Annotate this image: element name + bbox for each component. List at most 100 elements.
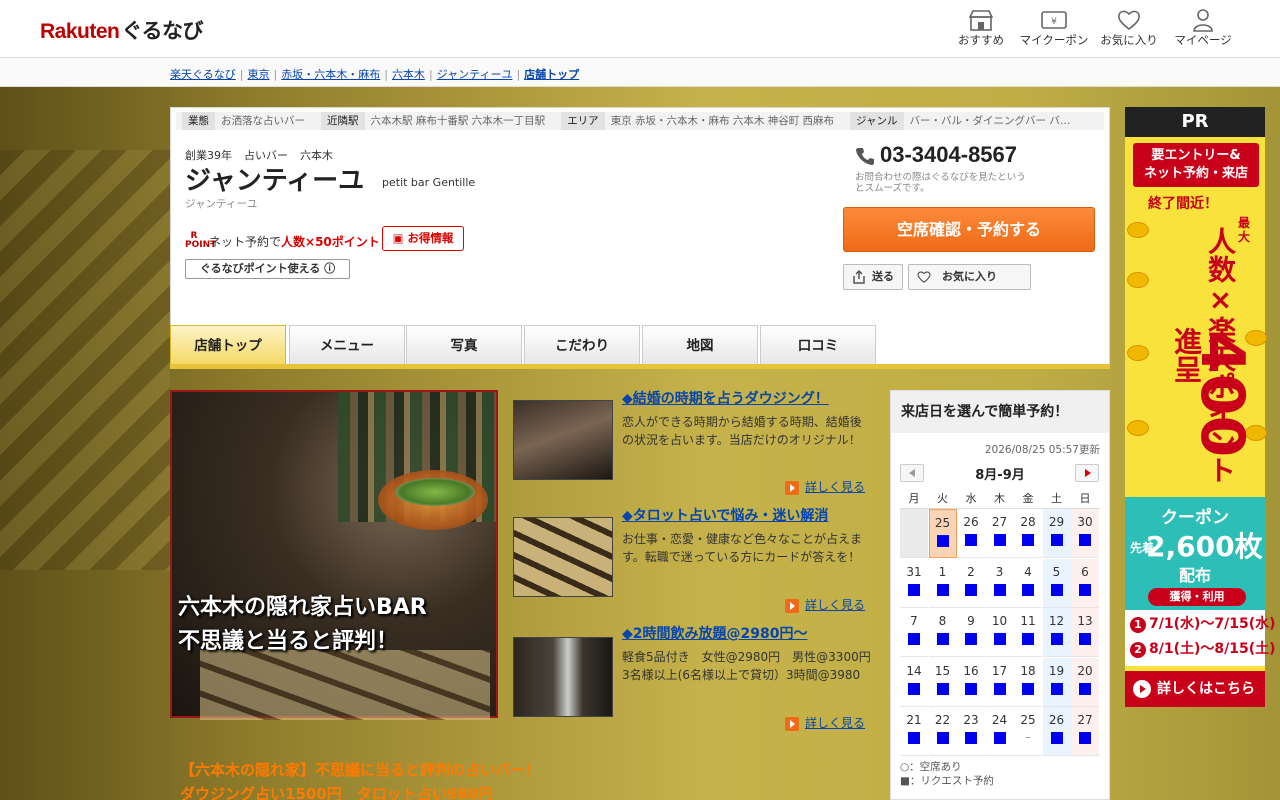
main-photo-caption-line: 不思議と当ると評判！ <box>178 629 399 654</box>
calendar-day-number: 28 <box>1020 515 1036 529</box>
tab-photos[interactable]: 写真 <box>406 325 522 365</box>
pr-date-range: 7/1(水)〜7/15(水) <box>1149 616 1276 632</box>
share-label: 送る <box>872 270 894 283</box>
calendar-day-number: 24 <box>991 713 1008 727</box>
calendar-day-number: 22 <box>934 713 951 727</box>
calendar-day[interactable]: 6 <box>1071 558 1099 608</box>
calendar-day[interactable]: 29 <box>1042 509 1071 558</box>
breadcrumb-link[interactable]: 赤坂・六本木・麻布 <box>281 68 380 81</box>
nav-recommend[interactable]: おすすめ <box>941 6 1021 54</box>
calendar-day[interactable]: 26 <box>1042 707 1071 756</box>
breadcrumb-link[interactable]: 楽天ぐるなび <box>170 68 236 81</box>
phone-number[interactable]: 03-3404-8567 <box>880 142 1017 168</box>
feature-more-link[interactable]: 詳しく見る <box>785 478 865 495</box>
deal-info-button[interactable]: ▣ お得情報 <box>382 226 464 251</box>
calendar-day[interactable]: 28 <box>1014 509 1042 558</box>
pr-detail-button[interactable]: 詳しくはこちら <box>1125 671 1265 707</box>
calendar-weekday: 木 <box>994 492 1005 505</box>
feature-thumbnail[interactable] <box>513 517 613 597</box>
calendar-day[interactable]: 30 <box>1071 509 1099 558</box>
calendar-day[interactable]: 20 <box>1071 657 1099 707</box>
calendar-day[interactable]: 17 <box>985 658 1014 707</box>
calendar-day[interactable]: 25 <box>928 509 957 558</box>
availability-mark <box>1022 534 1034 546</box>
calendar-day[interactable]: 9 <box>957 608 985 657</box>
calendar-day[interactable]: 26 <box>957 509 985 558</box>
pr-date-number: 2 <box>1130 642 1146 658</box>
availability-mark <box>1050 633 1063 645</box>
calendar-grid: 25 26 27 28 29 30 31 1 2 3 4 5 6 7 8 9 10 11 12 13 14 15 16 17 1… <box>900 508 1100 756</box>
calendar-day[interactable]: 8 <box>928 608 957 657</box>
availability-mark <box>1050 583 1063 596</box>
calendar-day[interactable]: 27 <box>1071 707 1099 756</box>
tab-menu[interactable]: メニュー <box>289 325 405 365</box>
calendar-day[interactable]: 18 <box>1014 658 1042 707</box>
availability-mark <box>993 633 1006 645</box>
availability-mark <box>936 682 949 695</box>
calendar-day[interactable]: 5 <box>1042 558 1071 608</box>
feature-more-label: 詳しく見る <box>805 480 866 494</box>
breadcrumb-current[interactable]: 店舗トップ <box>524 68 579 81</box>
gurunavi-point-button[interactable]: ぐるなびポイント使える ⓘ <box>185 259 350 279</box>
breadcrumb-link[interactable]: 東京 <box>248 68 270 81</box>
shop-name: ジャンティーユ <box>185 166 365 196</box>
calendar-day[interactable]: 27 <box>985 509 1014 558</box>
site-logo[interactable]: Rakutenぐるなび <box>40 15 203 45</box>
pr-entry-line: ネット予約・来店 <box>1143 166 1248 181</box>
main-photo-caption-line: 六本木の隠れ家占いBAR <box>178 595 427 620</box>
feature-more-link[interactable]: 詳しく見る <box>785 714 865 731</box>
feature-title-link[interactable]: ◆2時間飲み放題@2980円〜 <box>622 623 807 643</box>
calendar-day[interactable]: 19 <box>1042 657 1071 707</box>
calendar-day[interactable]: 14 <box>900 658 928 707</box>
share-button[interactable]: 送る <box>843 264 903 290</box>
calendar-day[interactable]: 31 <box>900 559 928 608</box>
calendar-day-number: 6 <box>1081 564 1089 579</box>
calendar-day[interactable]: 2 <box>957 559 985 608</box>
feature-more-label: 詳しく見る <box>805 598 866 612</box>
calendar-day[interactable]: 21 <box>900 707 928 756</box>
calendar-day-number: 12 <box>1048 614 1065 628</box>
feature-more-link[interactable]: 詳しく見る <box>785 596 865 613</box>
tab-map[interactable]: 地図 <box>642 325 758 365</box>
calendar-day[interactable]: 3 <box>985 559 1014 608</box>
tab-features[interactable]: こだわり <box>524 325 640 365</box>
calendar-day[interactable]: 13 <box>1071 608 1099 657</box>
calendar-day[interactable]: 1 <box>928 559 957 608</box>
calendar-day[interactable]: 11 <box>1014 608 1042 657</box>
feature-thumbnail[interactable] <box>513 400 613 480</box>
calendar-day[interactable]: 24 <box>985 707 1014 756</box>
nav-my-coupon[interactable]: ¥ マイクーポン <box>1014 6 1094 54</box>
legend-available: ○：空席あり <box>900 761 962 773</box>
nav-my-page[interactable]: マイページ <box>1163 6 1243 54</box>
calendar-prev-button[interactable] <box>900 464 924 482</box>
availability-mark <box>1079 534 1091 546</box>
breadcrumb-link[interactable]: ジャンティーユ <box>437 68 513 81</box>
feature-thumbnail[interactable] <box>513 637 613 717</box>
tab-reviews[interactable]: 口コミ <box>760 325 876 365</box>
tab-shop-top[interactable]: 店舗トップ <box>170 325 286 365</box>
calendar-next-button[interactable] <box>1075 464 1099 482</box>
calendar-day[interactable]: 12 <box>1042 608 1071 657</box>
calendar-day[interactable]: 23 <box>957 707 985 756</box>
feature-title-link[interactable]: ◆結婚の時期を占うダウジング！ <box>622 388 829 408</box>
calendar-day[interactable]: 4 <box>1014 559 1042 608</box>
calendar-day[interactable]: 10 <box>985 608 1014 657</box>
calendar-day[interactable]: 22 <box>928 707 957 756</box>
calendar-day[interactable]: 16 <box>957 658 985 707</box>
calendar-day-number: 25 <box>1020 713 1036 727</box>
calendar-day-number: 26 <box>1048 713 1065 727</box>
calendar-day[interactable]: 15 <box>928 658 957 707</box>
info-key: 近隣駅 <box>321 112 365 130</box>
shop-icon <box>941 6 1021 32</box>
calendar-day[interactable]: 7 <box>900 608 928 657</box>
pr-date-2: 2 8/1(土)〜8/15(土) <box>1130 638 1276 658</box>
add-favorite-button[interactable]: お気に入り <box>908 264 1031 290</box>
feature-title-link[interactable]: ◆タロット占いで悩み・迷い解消 <box>622 505 828 525</box>
arrow-right-icon <box>785 716 799 731</box>
nav-favorites[interactable]: お気に入り <box>1089 6 1169 54</box>
pr-date-1: 1 7/1(水)〜7/15(水) <box>1130 613 1276 633</box>
calendar-day[interactable]: 25 – <box>1014 707 1042 756</box>
reserve-button[interactable]: 空席確認・予約する <box>843 207 1095 252</box>
breadcrumb-link[interactable]: 六本木 <box>392 68 425 81</box>
calendar-day-number: 9 <box>967 614 975 628</box>
